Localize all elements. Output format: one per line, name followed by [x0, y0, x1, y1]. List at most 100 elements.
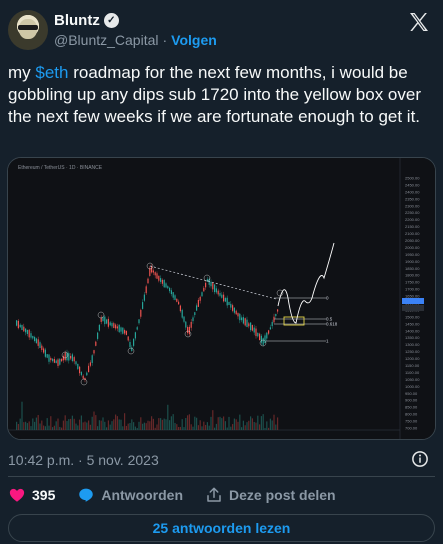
avatar-shades [18, 25, 38, 30]
chart-image[interactable]: Ethereum / TetherUS · 1D · BINANCE 2500.… [7, 157, 436, 440]
read-replies-button[interactable]: 25 antwoorden lezen [8, 514, 435, 542]
volume-bar [95, 415, 97, 430]
volume-bar [224, 421, 226, 430]
volume-bar [167, 404, 169, 430]
volume-bar [66, 421, 68, 430]
volume-bar [271, 420, 273, 430]
volume-bar [70, 418, 72, 430]
volume-bar [131, 419, 133, 430]
avatar[interactable] [8, 10, 48, 50]
candle-body [111, 323, 113, 327]
candle-body [136, 327, 138, 330]
volume-bar [246, 422, 248, 430]
volume-bar [174, 422, 176, 430]
candle-body [268, 330, 270, 334]
volume-bar [269, 418, 271, 430]
volume-bar [233, 418, 235, 430]
candle-body [163, 279, 165, 288]
candle-body [122, 327, 124, 334]
candle-body [61, 358, 63, 362]
volume-bar [170, 416, 172, 430]
info-icon[interactable] [411, 450, 429, 468]
volume-bar [93, 411, 95, 430]
volume-bar [73, 418, 75, 430]
volume-bar [50, 416, 52, 430]
price-axis-tick: 1250.00 [405, 349, 420, 354]
volume-bar [199, 420, 201, 430]
candle-body [82, 375, 84, 379]
price-axis-tick: 1000.00 [405, 384, 420, 389]
x-logo-icon[interactable] [407, 10, 431, 34]
tweet-timestamp[interactable]: 10:42 p.m. · 5 nov. 2023 [8, 452, 159, 468]
candle-body [116, 326, 118, 329]
volume-bar [19, 418, 21, 430]
volume-bar [127, 423, 129, 430]
volume-bar [138, 421, 140, 430]
candle-body [68, 353, 70, 361]
volume-bar [21, 401, 23, 430]
cashtag-link[interactable]: $eth [35, 63, 68, 82]
chart-header: Ethereum / TetherUS · 1D · BINANCE [18, 165, 103, 171]
like-button[interactable]: 395 [8, 486, 55, 504]
separator-dot: · [162, 32, 168, 48]
candle-body [167, 286, 169, 289]
author-name[interactable]: Bluntz [54, 12, 100, 29]
candle-body [242, 317, 244, 324]
volume-bar [187, 415, 189, 430]
volume-bar [260, 416, 262, 430]
price-axis-tick: 1300.00 [405, 342, 420, 347]
volume-bar [244, 425, 246, 430]
price-axis-tick: 2250.00 [405, 210, 420, 215]
volume-bar [28, 421, 30, 430]
volume-bar [61, 427, 63, 430]
candle-body [179, 305, 181, 312]
volume-bar [154, 427, 156, 430]
candle-body [172, 292, 174, 298]
tweet-text-after: roadmap for the next few months, i would… [8, 63, 422, 126]
volume-bar [266, 421, 268, 430]
reply-label: Antwoorden [101, 487, 184, 503]
volume-bar [192, 426, 194, 430]
volume-bar [268, 427, 270, 430]
candle-body [187, 327, 189, 333]
candle-body [217, 290, 219, 295]
volume-bar [125, 425, 127, 430]
candle-body [16, 320, 18, 326]
candle-body [106, 319, 108, 324]
candle-body [210, 281, 212, 287]
share-button[interactable]: Deze post delen [205, 486, 336, 504]
price-axis-tick: 2050.00 [405, 238, 420, 243]
follow-button[interactable]: Volgen [171, 32, 217, 48]
volume-bar [140, 417, 142, 430]
candle-body [161, 279, 163, 284]
volume-bar [77, 425, 79, 430]
tweet-text: my $eth roadmap for the next few months,… [8, 62, 435, 128]
price-axis-tick: 1650.00 [405, 294, 420, 299]
candle-body [97, 332, 99, 339]
price-axis-tick: 2500.00 [405, 176, 420, 181]
candle-body [23, 326, 25, 332]
candle-body [79, 366, 81, 374]
volume-bar [196, 417, 198, 430]
tweet-card: Bluntz ✓ @Bluntz_Capital · Volgen my $et… [0, 0, 443, 544]
volume-bar [59, 426, 61, 430]
reply-button[interactable]: Antwoorden [77, 486, 183, 504]
candle-body [224, 298, 226, 302]
author-handle[interactable]: @Bluntz_Capital [54, 32, 159, 48]
volume-bar [163, 418, 165, 430]
speech-bubble-icon [79, 488, 94, 502]
candle-body [185, 321, 187, 328]
volume-bar [235, 419, 237, 430]
volume-bar [219, 416, 221, 430]
candle-body [95, 341, 97, 346]
candle-body [34, 337, 36, 341]
price-axis-tick: 750.00 [405, 419, 418, 424]
volume-bar [107, 420, 109, 430]
candle-body [21, 325, 23, 330]
volume-bar [147, 420, 149, 430]
candle-body [73, 357, 75, 362]
candle-body [239, 313, 241, 321]
candle-body [77, 363, 79, 369]
volume-bar [178, 427, 180, 430]
volume-bar [203, 421, 205, 430]
